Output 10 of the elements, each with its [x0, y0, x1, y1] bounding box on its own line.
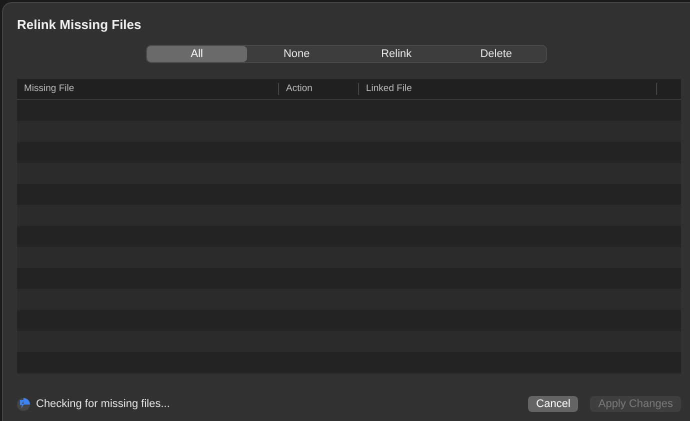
- window-title: Relink Missing Files: [17, 17, 142, 32]
- column-header[interactable]: Linked File: [359, 83, 657, 95]
- column-header[interactable]: Action: [279, 83, 359, 95]
- cancel-button[interactable]: Cancel: [528, 396, 578, 412]
- segment-tab[interactable]: Relink: [346, 46, 446, 62]
- segment-tab[interactable]: All: [147, 46, 247, 62]
- column-header[interactable]: Missing File: [17, 83, 279, 95]
- segment-tab[interactable]: None: [246, 46, 346, 62]
- segment-tab[interactable]: Delete: [446, 46, 546, 62]
- status-text: Checking for missing files...: [36, 398, 171, 410]
